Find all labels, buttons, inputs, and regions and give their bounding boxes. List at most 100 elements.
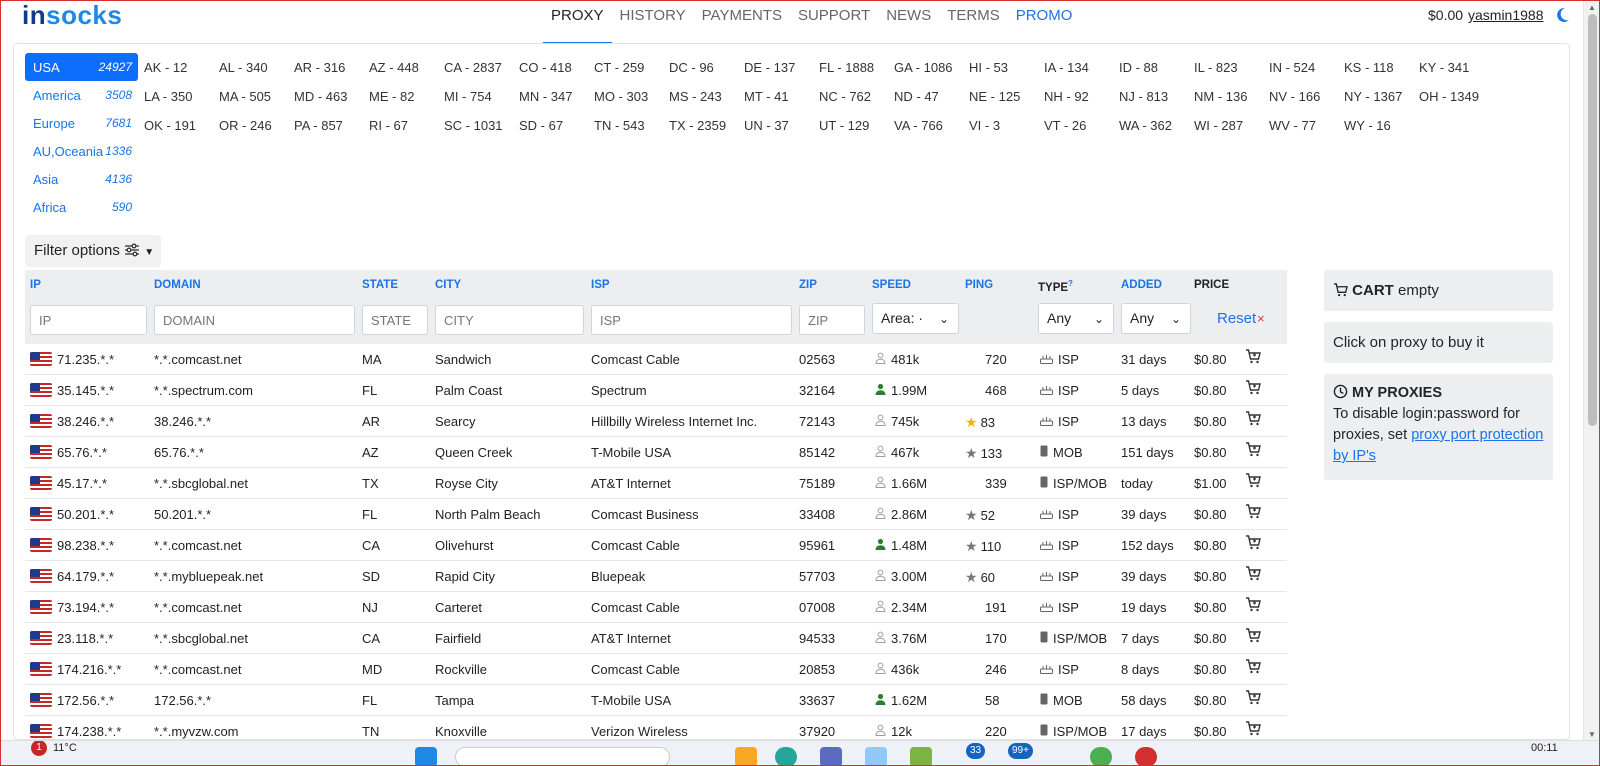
- col-isp[interactable]: ISP: [591, 279, 610, 291]
- state-link[interactable]: CT - 259: [594, 53, 669, 82]
- state-link[interactable]: UN - 37: [744, 111, 819, 140]
- balance[interactable]: $0.00: [1428, 7, 1463, 23]
- state-link[interactable]: ND - 47: [894, 82, 969, 111]
- added-select[interactable]: Any ⌄: [1121, 303, 1191, 334]
- region-europe[interactable]: Europe 7681: [25, 109, 138, 137]
- insocks-logo[interactable]: insocks: [22, 0, 122, 30]
- col-price[interactable]: PRICE: [1194, 279, 1229, 291]
- add-to-cart-icon[interactable]: [1245, 566, 1261, 581]
- state-link[interactable]: NE - 125: [969, 82, 1044, 111]
- state-link[interactable]: CA - 2837: [444, 53, 519, 82]
- state-link[interactable]: SD - 67: [519, 111, 594, 140]
- nav-payments[interactable]: PAYMENTS: [694, 0, 790, 44]
- state-link[interactable]: RI - 67: [369, 111, 444, 140]
- add-to-cart-icon[interactable]: [1245, 597, 1261, 612]
- add-to-cart-icon[interactable]: [1245, 535, 1261, 550]
- nav-history[interactable]: HISTORY: [612, 0, 694, 44]
- state-link[interactable]: MD - 463: [294, 82, 369, 111]
- state-link[interactable]: OK - 191: [144, 111, 219, 140]
- nav-news[interactable]: NEWS: [878, 0, 939, 44]
- state-link[interactable]: VA - 766: [894, 111, 969, 140]
- col-added[interactable]: ADDED: [1121, 279, 1162, 291]
- username-link[interactable]: yasmin1988: [1468, 7, 1544, 23]
- domain-filter-input[interactable]: [154, 305, 355, 335]
- state-link[interactable]: IA - 134: [1044, 53, 1119, 82]
- state-link[interactable]: GA - 1086: [894, 53, 969, 82]
- state-link[interactable]: VT - 26: [1044, 111, 1119, 140]
- state-link[interactable]: MN - 347: [519, 82, 594, 111]
- add-to-cart-icon[interactable]: [1245, 349, 1261, 364]
- state-link[interactable]: MT - 41: [744, 82, 819, 111]
- state-link[interactable]: NV - 166: [1269, 82, 1344, 111]
- state-link[interactable]: HI - 53: [969, 53, 1044, 82]
- state-link[interactable]: IL - 823: [1194, 53, 1269, 82]
- add-to-cart-icon[interactable]: [1245, 442, 1261, 457]
- state-link[interactable]: WA - 362: [1119, 111, 1194, 140]
- region-usa[interactable]: USA 24927: [25, 53, 138, 81]
- state-link[interactable]: NM - 136: [1194, 82, 1269, 111]
- state-link[interactable]: WV - 77: [1269, 111, 1344, 140]
- state-link[interactable]: DE - 137: [744, 53, 819, 82]
- filter-options-button[interactable]: Filter options ▼: [25, 235, 161, 267]
- table-row[interactable]: 174.216.*.* *.*.comcast.net MD Rockville Com…: [25, 654, 1287, 685]
- nav-proxy[interactable]: PROXY: [543, 0, 612, 44]
- app-icon[interactable]: [865, 747, 887, 766]
- add-to-cart-icon[interactable]: [1245, 690, 1261, 705]
- state-link[interactable]: MO - 303: [594, 82, 669, 111]
- state-link[interactable]: KY - 341: [1419, 53, 1494, 82]
- page-scrollbar[interactable]: ▲ ▼: [1583, 0, 1600, 740]
- col-state[interactable]: STATE: [362, 279, 398, 291]
- add-to-cart-icon[interactable]: [1245, 504, 1261, 519]
- nav-terms[interactable]: TERMS: [939, 0, 1008, 44]
- region-america[interactable]: America 3508: [25, 81, 138, 109]
- state-link[interactable]: OH - 1349: [1419, 82, 1494, 111]
- col-ping[interactable]: PING: [965, 279, 993, 291]
- chrome-icon[interactable]: [1090, 747, 1112, 766]
- table-row[interactable]: 65.76.*.* 65.76.*.* AZ Queen Creek T-Mobile …: [25, 437, 1287, 468]
- file-explorer-icon[interactable]: [735, 747, 757, 766]
- edge-icon[interactable]: [775, 747, 797, 766]
- region-au-oceania[interactable]: AU,Oceania 1336: [25, 137, 138, 165]
- col-domain[interactable]: DOMAIN: [154, 279, 201, 291]
- state-link[interactable]: FL - 1888: [819, 53, 894, 82]
- state-link[interactable]: AR - 316: [294, 53, 369, 82]
- state-link[interactable]: MA - 505: [219, 82, 294, 111]
- cart-panel[interactable]: CART empty: [1324, 270, 1553, 311]
- table-row[interactable]: 50.201.*.* 50.201.*.* FL North Palm Beach Co…: [25, 499, 1287, 530]
- app-icon[interactable]: [820, 747, 842, 766]
- col-city[interactable]: CITY: [435, 279, 461, 291]
- table-row[interactable]: 45.17.*.* *.*.sbcglobal.net TX Royse City AT…: [25, 468, 1287, 499]
- isp-filter-input[interactable]: [591, 305, 792, 335]
- table-row[interactable]: 35.145.*.* *.*.spectrum.com FL Palm Coast Sp…: [25, 375, 1287, 406]
- weather-temp[interactable]: 11°C: [53, 742, 77, 754]
- state-link[interactable]: ME - 82: [369, 82, 444, 111]
- table-row[interactable]: 172.56.*.* 172.56.*.* FL Tampa T-Mobile USA 3…: [25, 685, 1287, 716]
- nav-support[interactable]: SUPPORT: [790, 0, 878, 44]
- state-link[interactable]: AZ - 448: [369, 53, 444, 82]
- table-row[interactable]: 98.238.*.* *.*.comcast.net CA Olivehurst Com…: [25, 530, 1287, 561]
- taskbar-search[interactable]: [455, 747, 670, 766]
- table-row[interactable]: 64.179.*.* *.*.mybluepeak.net SD Rapid City…: [25, 561, 1287, 592]
- app-icon[interactable]: [910, 747, 932, 766]
- reset-close-icon[interactable]: ×: [1257, 311, 1265, 326]
- add-to-cart-icon[interactable]: [1245, 380, 1261, 395]
- col-type[interactable]: TYPE?: [1038, 279, 1073, 294]
- add-to-cart-icon[interactable]: [1245, 473, 1261, 488]
- state-link[interactable]: IN - 524: [1269, 53, 1344, 82]
- state-link[interactable]: NH - 92: [1044, 82, 1119, 111]
- table-row[interactable]: 23.118.*.* *.*.sbcglobal.net CA Fairfield AT…: [25, 623, 1287, 654]
- moon-icon[interactable]: [1553, 6, 1571, 24]
- table-row[interactable]: 71.235.*.* *.*.comcast.net MA Sandwich Comca…: [25, 344, 1287, 375]
- scroll-thumb[interactable]: [1588, 14, 1597, 426]
- col-ip[interactable]: IP: [30, 279, 41, 291]
- col-speed[interactable]: SPEED: [872, 279, 911, 291]
- table-row[interactable]: 174.238.*.* *.*.myvzw.com TN Knoxville Veriz…: [25, 716, 1287, 739]
- state-link[interactable]: KS - 118: [1344, 53, 1419, 82]
- state-link[interactable]: WI - 287: [1194, 111, 1269, 140]
- state-link[interactable]: NY - 1367: [1344, 82, 1419, 111]
- state-link[interactable]: MI - 754: [444, 82, 519, 111]
- notification-badge[interactable]: 1: [31, 741, 47, 756]
- nav-promo[interactable]: PROMO: [1008, 0, 1081, 44]
- state-link[interactable]: TX - 2359: [669, 111, 744, 140]
- state-link[interactable]: WY - 16: [1344, 111, 1419, 140]
